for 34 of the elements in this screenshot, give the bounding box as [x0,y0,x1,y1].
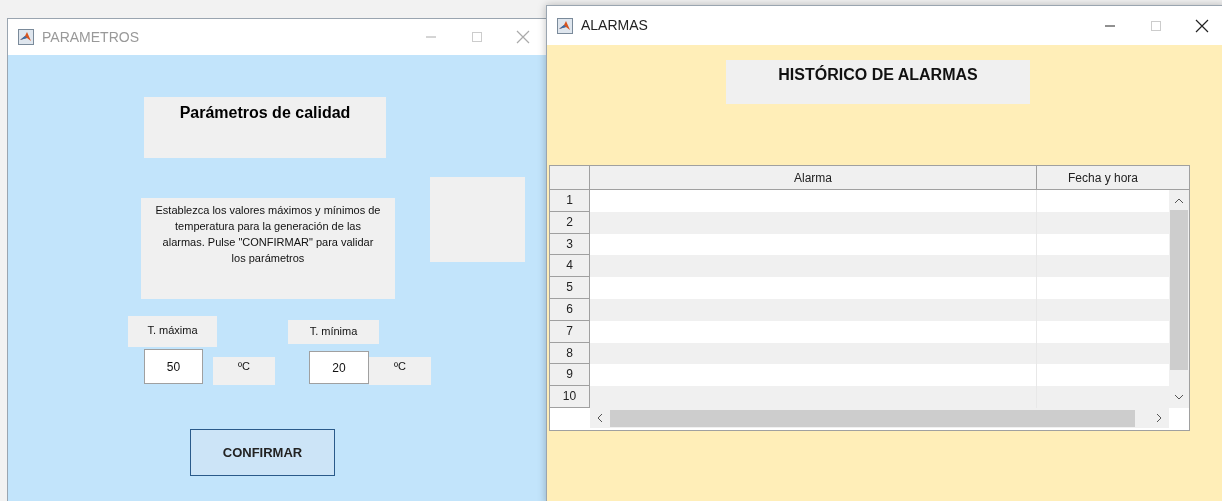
row-header[interactable]: 4 [550,255,590,278]
maximize-icon [1150,19,1162,32]
row-header[interactable]: 3 [550,233,590,256]
window-title: PARAMETROS [42,27,139,47]
app-logo-icon [18,29,34,45]
window-title: ALARMAS [581,16,648,35]
row-header[interactable]: 7 [550,320,590,343]
value-field[interactable]: 20 [309,351,369,384]
row-header[interactable]: 2 [550,211,590,234]
field-label: T. mínima [288,320,379,344]
heading-label: Parámetros de calidad [144,97,386,158]
column-header[interactable]: Alarma [590,166,1037,189]
row-header[interactable]: 9 [550,364,590,387]
unit-label: ºC [213,357,275,385]
app-logo-icon [557,17,573,34]
confirm-button[interactable]: CONFIRMAR [190,429,335,476]
row-header[interactable]: 5 [550,277,590,299]
close-icon [516,30,530,44]
vertical-scrollbar[interactable] [1169,190,1189,408]
description-text: Establezca los valores máximos y mínimos de temperatura para la generación de las alarmas. Pulse "CONFIRMAR" para validar los parámetros [141,198,395,299]
minimize-icon [1104,24,1116,27]
close-icon [1195,18,1209,33]
minimize-icon [425,36,437,38]
row-header[interactable]: 1 [550,190,590,212]
column-header[interactable]: Fecha y hora [1037,166,1169,189]
value-field[interactable]: 50 [144,349,203,384]
maximize-icon [471,31,483,43]
heading-label: HISTÓRICO DE ALARMAS [726,60,1030,104]
row-header[interactable]: 8 [550,342,590,365]
row-header[interactable]: 10 [550,386,590,408]
horizontal-scrollbar[interactable] [590,408,1169,428]
unit-label: ºC [369,357,431,385]
field-label: T. máxima [128,316,217,347]
row-header[interactable]: 6 [550,299,590,321]
